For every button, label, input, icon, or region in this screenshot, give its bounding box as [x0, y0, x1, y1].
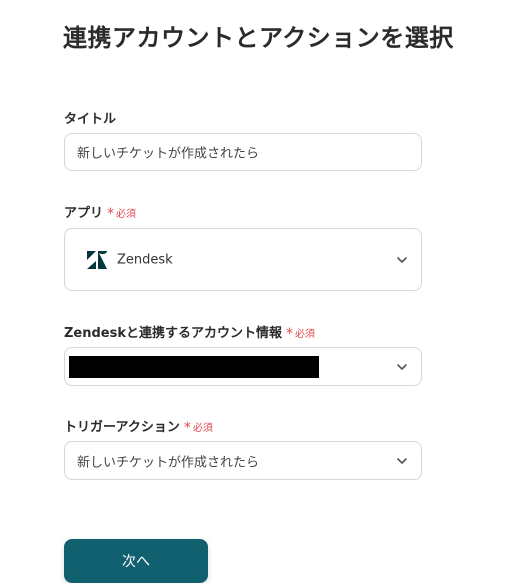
account-label-text: Zendeskと連携するアカウント情報 [64, 326, 283, 341]
title-input[interactable]: 新しいチケットが作成されたら [64, 133, 422, 171]
chevron-down-icon [397, 256, 407, 263]
trigger-action-select[interactable]: 新しいチケットが作成されたら [64, 441, 422, 480]
required-badge: * 必須 [107, 206, 137, 222]
title-label: タイトル [64, 112, 117, 127]
required-text: 必須 [192, 423, 213, 434]
app-label: アプリ * 必須 [64, 202, 136, 222]
title-input-value: 新しいチケットが作成されたら [77, 146, 260, 162]
trigger-label-text: トリガーアクション [64, 420, 180, 435]
chevron-down-icon [397, 457, 407, 464]
app-label-text: アプリ [64, 206, 104, 221]
required-badge: * 必須 [183, 420, 213, 436]
chevron-down-icon [397, 363, 407, 370]
account-select[interactable] [64, 347, 422, 386]
required-badge: * 必須 [286, 326, 316, 342]
app-select-value: Zendesk [117, 252, 173, 267]
page-title: 連携アカウントとアクションを選択 [63, 24, 454, 52]
zendesk-logo-icon [87, 250, 107, 269]
redacted-account-value [69, 356, 319, 378]
required-text: 必須 [116, 209, 137, 220]
account-label: Zendeskと連携するアカウント情報 * 必須 [64, 322, 315, 342]
app-select[interactable]: Zendesk [64, 228, 422, 291]
trigger-label: トリガーアクション * 必須 [64, 416, 213, 436]
required-text: 必須 [295, 329, 316, 340]
next-button[interactable]: 次へ [64, 539, 208, 583]
trigger-action-value: 新しいチケットが作成されたら [77, 455, 260, 470]
